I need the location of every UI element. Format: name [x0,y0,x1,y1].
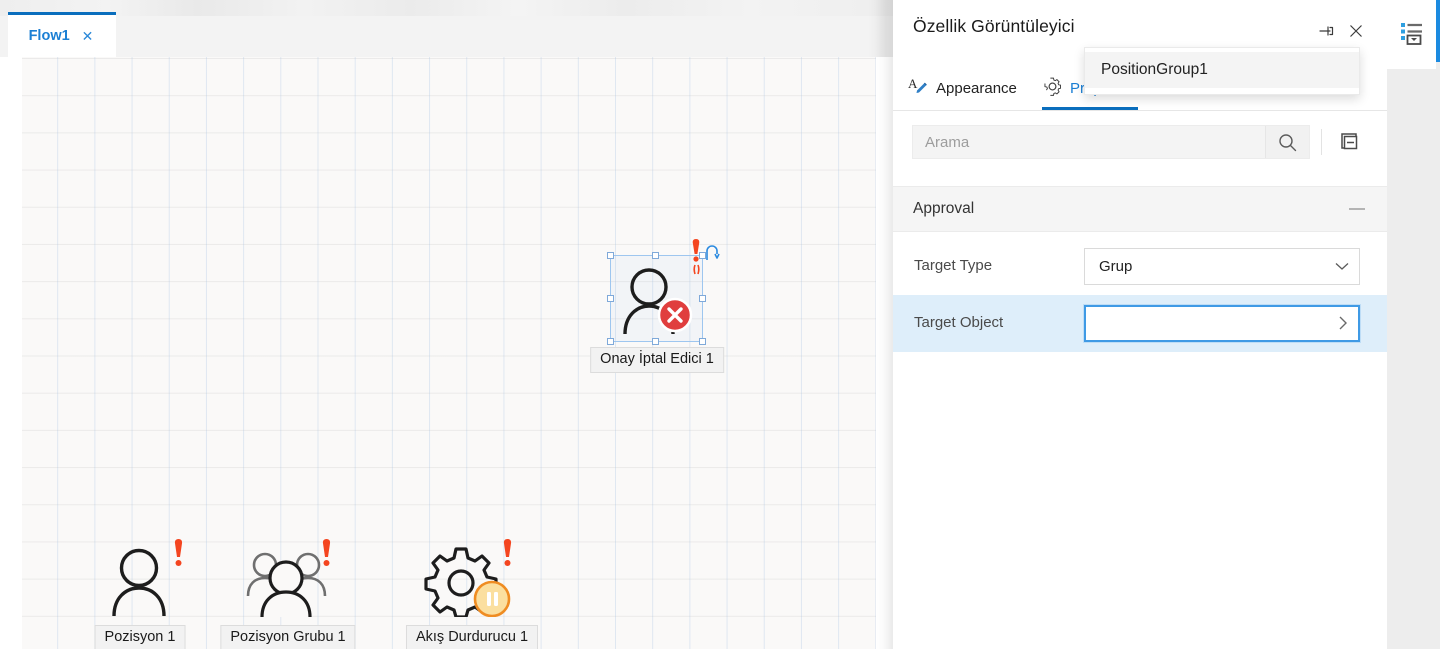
panel-title: Özellik Görüntüleyici [913,16,1075,37]
node-onay-iptal-edici-1[interactable]: Onay İptal Edici 1 [618,262,696,338]
right-rail-active-accent [1436,0,1440,62]
node-pozisyon-1[interactable]: Pozisyon 1 [100,543,180,619]
property-viewer-panel: Özellik Görüntüleyici A Appe [893,0,1387,649]
chevron-right-icon [1338,316,1348,332]
property-label-target-type: Target Type [914,257,992,274]
flow-canvas[interactable]: Onay İptal Edici 1 Pozisyon 1 [22,57,876,649]
property-row-target-object: Target Object [893,295,1387,352]
search-separator [1321,129,1322,155]
node-label-pozisyon-1: Pozisyon 1 [95,625,186,649]
target-type-combobox[interactable]: Grup [1084,248,1360,285]
search-icon[interactable] [1265,126,1309,158]
resize-handle-se[interactable] [699,338,706,345]
resize-handle-w[interactable] [607,295,614,302]
node-label-akis-durdurucu-1: Akış Durdurucu 1 [406,625,538,649]
search-input[interactable] [913,126,1265,158]
section-title-approval: Approval [913,200,974,218]
minus-icon[interactable] [1349,208,1365,210]
svg-text:A: A [908,76,918,91]
close-icon[interactable] [1345,20,1367,42]
chevron-down-icon [1335,260,1349,273]
search-row [893,111,1387,174]
collapse-all-icon[interactable] [1337,130,1361,154]
app-root: Flow1 ✕ [0,0,1440,649]
tab-appearance-label: Appearance [936,80,1017,97]
resize-handle-nw[interactable] [607,252,614,259]
search-box[interactable] [912,125,1310,159]
gear-icon [1042,76,1063,101]
node-label-onay-iptal-edici-1: Onay İptal Edici 1 [590,347,724,373]
node-akis-durdurucu-1[interactable]: Akış Durdurucu 1 [418,543,526,619]
resize-handle-sw[interactable] [607,338,614,345]
tab-flow1-close-icon[interactable]: ✕ [80,28,96,44]
people-group-icon [234,543,344,622]
flow-canvas-wrapper: Onay İptal Edici 1 Pozisyon 1 [8,57,893,649]
node-pozisyon-grubu-1[interactable]: Pozisyon Grubu 1 [234,543,344,619]
right-rail [1387,0,1440,649]
canvas-right-shadow [876,57,893,649]
property-row-target-type: Target Type Grup [893,238,1387,295]
person-icon [100,543,180,622]
resize-handle-n[interactable] [652,252,659,259]
property-control-target-type: Grup [1084,248,1360,285]
target-object-picker[interactable] [1084,305,1360,342]
target-type-value: Grup [1099,258,1335,275]
tab-appearance[interactable]: A Appearance [908,66,1017,110]
pin-icon[interactable] [1315,20,1337,42]
property-label-target-object: Target Object [914,314,1003,331]
tab-flow1[interactable]: Flow1 ✕ [8,12,116,57]
section-header-approval[interactable]: Approval [893,186,1387,232]
tab-strip-background [0,16,893,57]
person-cancel-icon [618,262,696,343]
property-control-target-object [1084,305,1360,342]
node-label-pozisyon-grubu-1: Pozisyon Grubu 1 [220,625,355,649]
tab-flow1-label: Flow1 [29,29,70,44]
properties-list-icon[interactable] [1400,20,1426,46]
gear-pause-icon [418,543,526,622]
window-top-strip [0,0,893,16]
target-object-dropdown: PositionGroup1 [1084,47,1360,95]
dropdown-item-positiongroup1[interactable]: PositionGroup1 [1085,52,1359,88]
font-format-icon: A [908,76,929,100]
resize-handle-e[interactable] [699,295,706,302]
